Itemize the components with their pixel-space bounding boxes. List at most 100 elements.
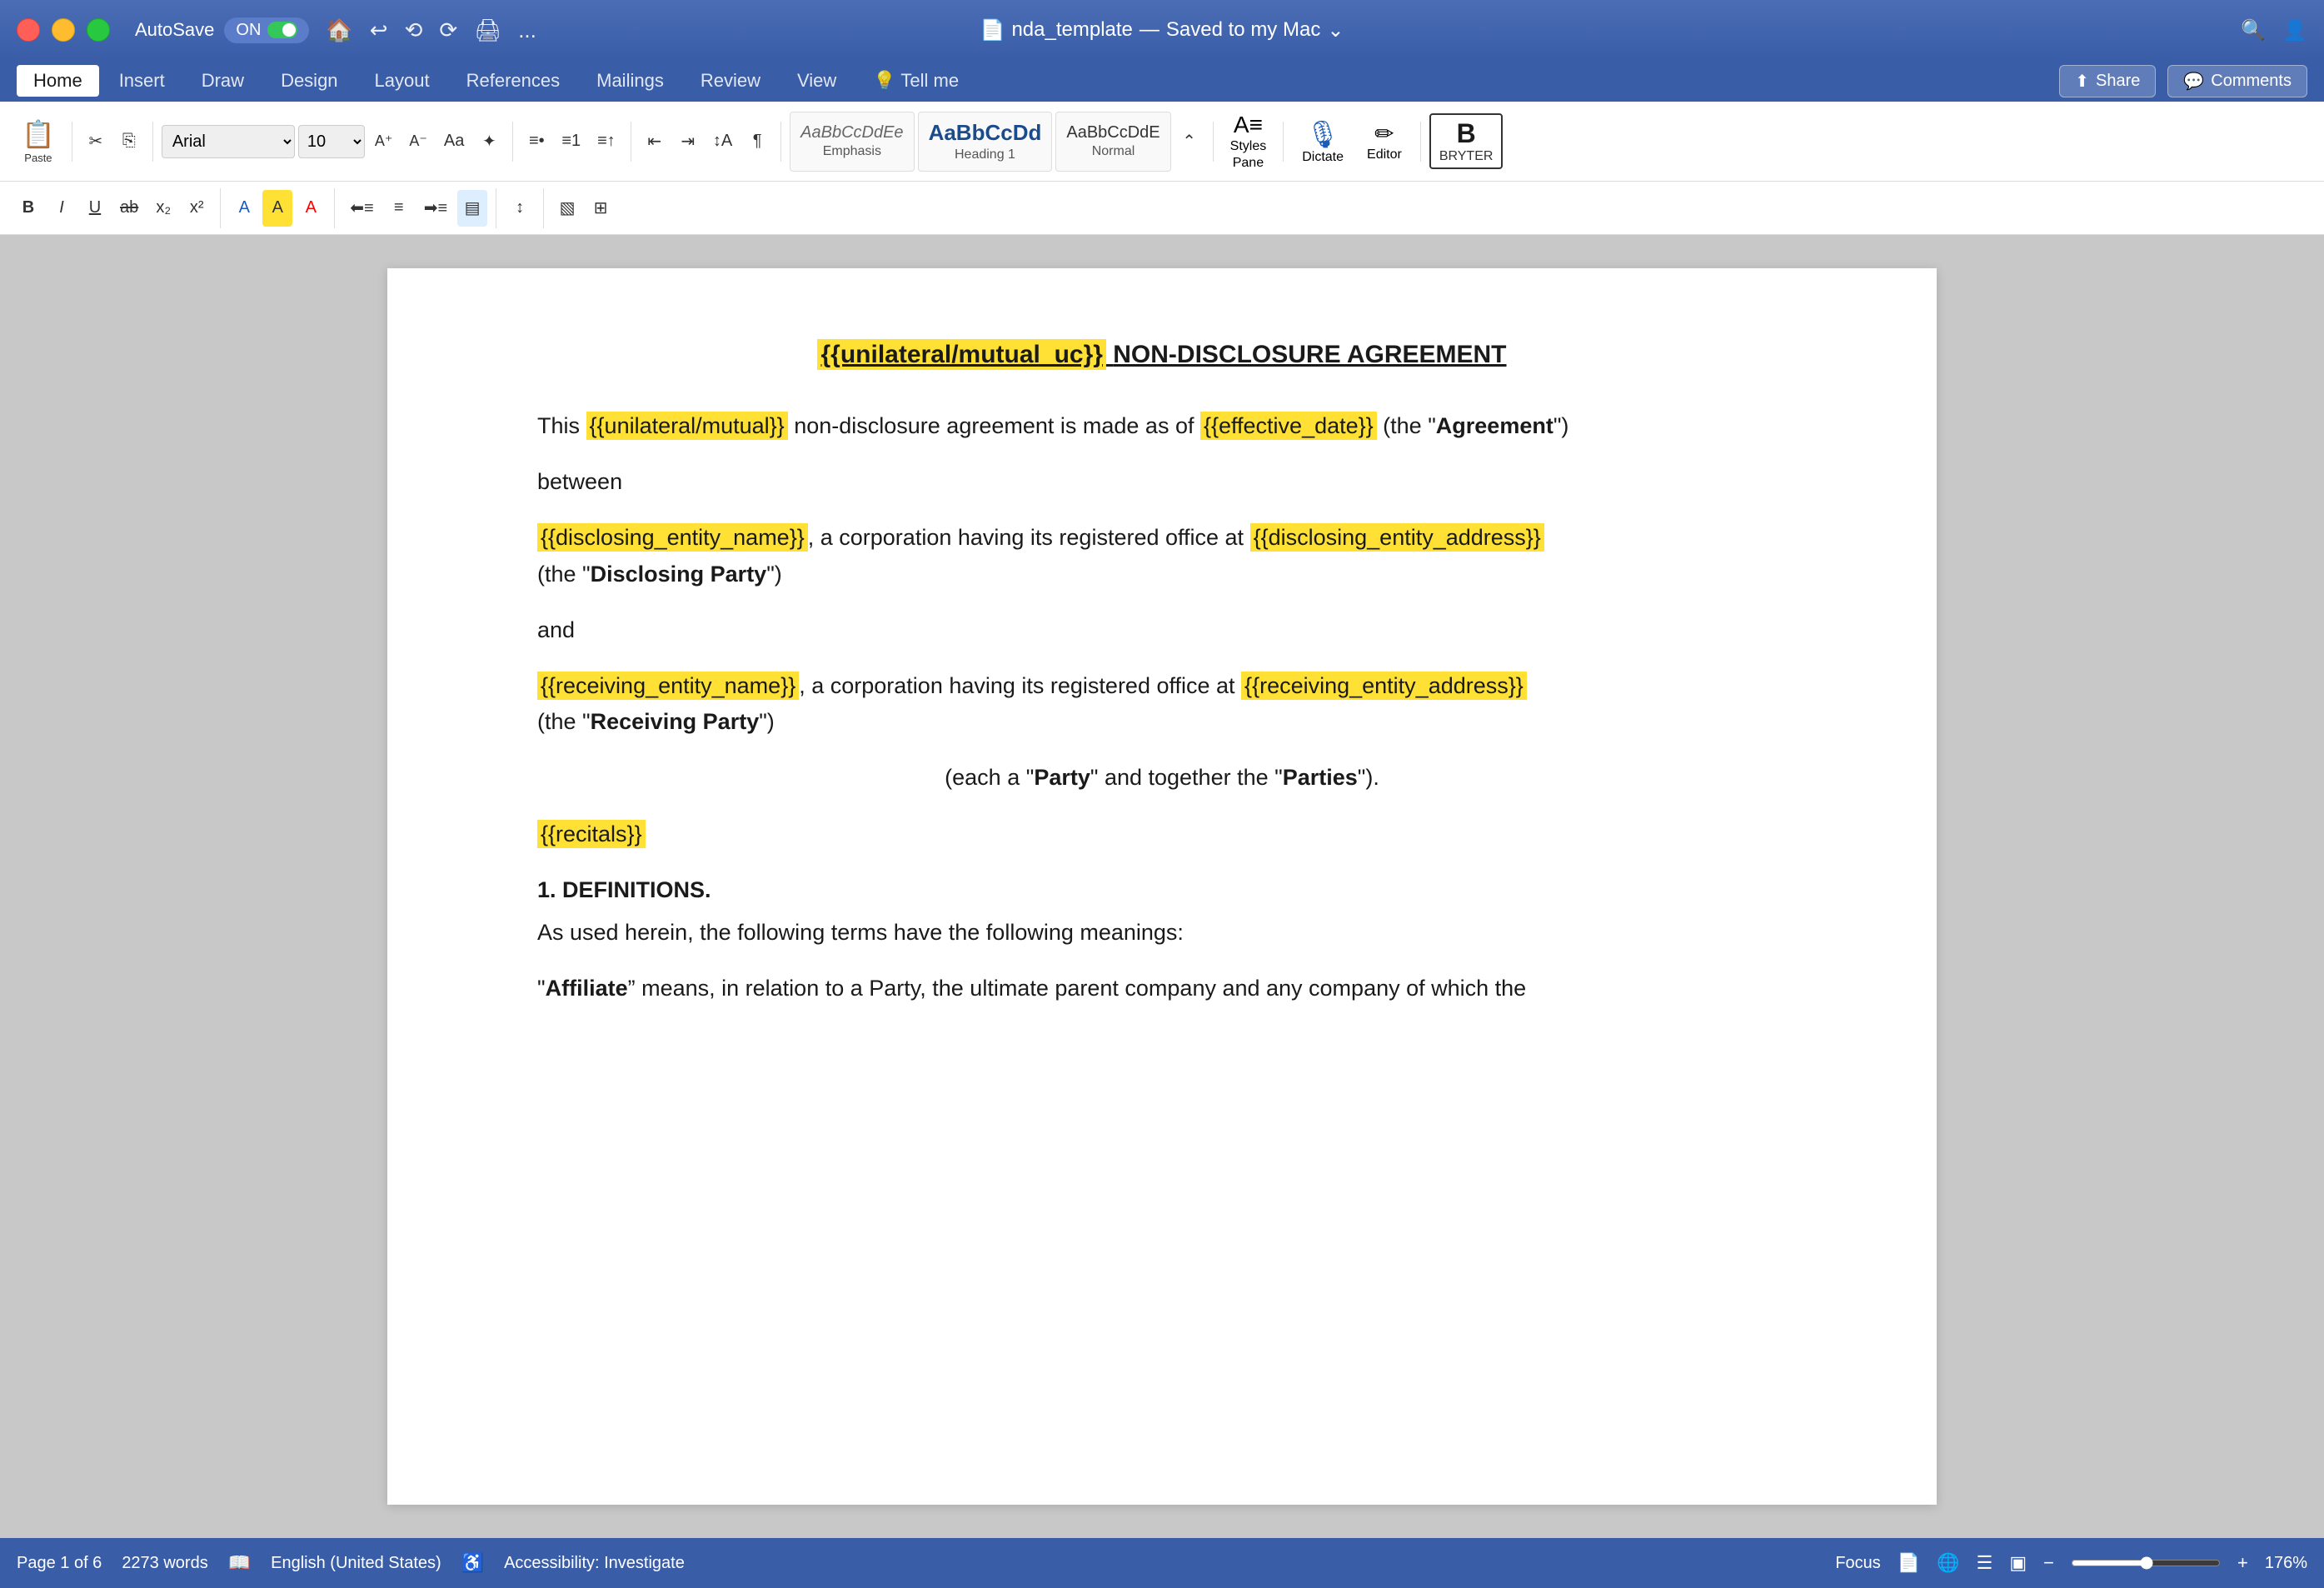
share-icon: ⬆ bbox=[2075, 71, 2089, 92]
title-icons: 🏠 ↩ ⟲ ⟳ 🖨 ... bbox=[326, 17, 536, 43]
numbered-list-button[interactable]: ≡1 bbox=[555, 123, 587, 160]
view-focus-icon[interactable]: ▣ bbox=[2009, 1552, 2027, 1574]
sep-fmt1 bbox=[220, 188, 221, 228]
font-size-selector[interactable]: 10 bbox=[298, 125, 365, 158]
tab-references[interactable]: References bbox=[450, 65, 577, 97]
style-normal[interactable]: AaBbCcDdE Normal bbox=[1055, 112, 1170, 172]
comments-button[interactable]: 💬 Comments bbox=[2167, 65, 2307, 97]
party1-middle: , a corporation having its registered of… bbox=[808, 525, 1250, 550]
bold-button[interactable]: B bbox=[13, 190, 43, 227]
copy-button[interactable]: ⎘ bbox=[114, 123, 144, 160]
editor-button[interactable]: ✏ Editor bbox=[1357, 117, 1412, 166]
para-intro: This {{unilateral/mutual}} non-disclosur… bbox=[537, 408, 1787, 444]
style-heading1[interactable]: AaBbCcDd Heading 1 bbox=[918, 112, 1053, 172]
tab-tell-me[interactable]: 💡 Tell me bbox=[856, 65, 975, 97]
accessibility-label[interactable]: Accessibility: Investigate bbox=[504, 1554, 685, 1573]
more-icon[interactable]: ... bbox=[518, 17, 536, 43]
bryter-button[interactable]: B BRYTER bbox=[1429, 113, 1504, 169]
multilevel-list-button[interactable]: ≡↑ bbox=[591, 123, 622, 160]
style-emphasis[interactable]: AaBbCcDdEe Emphasis bbox=[790, 112, 914, 172]
increase-indent-button[interactable]: ⇥ bbox=[673, 123, 703, 160]
align-left-button[interactable]: ⬅≡ bbox=[343, 190, 380, 227]
highlight-color-button[interactable]: A bbox=[262, 190, 292, 227]
heading1-preview: AaBbCcDd bbox=[929, 120, 1042, 146]
view-print-icon[interactable]: 📄 bbox=[1898, 1552, 1920, 1574]
zoom-out-icon[interactable]: − bbox=[2043, 1552, 2054, 1574]
view-outline-icon[interactable]: ☰ bbox=[1977, 1552, 1993, 1574]
superscript-button[interactable]: x² bbox=[182, 190, 212, 227]
italic-button[interactable]: I bbox=[47, 190, 77, 227]
zoom-in-icon[interactable]: + bbox=[2237, 1552, 2248, 1574]
and-label: and bbox=[537, 617, 575, 642]
cut-button[interactable]: ✂ bbox=[81, 123, 111, 160]
subscript-button[interactable]: x₂ bbox=[148, 190, 178, 227]
search-icon[interactable]: 🔍 bbox=[2241, 18, 2266, 42]
align-justify-button[interactable]: ▤ bbox=[457, 190, 487, 227]
zoom-slider[interactable] bbox=[2071, 1556, 2221, 1570]
party2-highlight: {{receiving_entity_name}} bbox=[537, 672, 799, 700]
dictate-button[interactable]: 🎙 Dictate bbox=[1292, 115, 1354, 168]
text-color-button[interactable]: A bbox=[296, 190, 326, 227]
change-case-button[interactable]: Aa bbox=[437, 123, 471, 160]
autosave-toggle[interactable]: ON bbox=[224, 17, 309, 43]
traffic-lights bbox=[17, 18, 110, 42]
tab-view[interactable]: View bbox=[780, 65, 853, 97]
styles-expand-button[interactable]: ⌃ bbox=[1174, 123, 1204, 160]
document-title: 📄 nda_template — Saved to my Mac ⌄ bbox=[980, 18, 1344, 42]
font-color-button[interactable]: A bbox=[229, 190, 259, 227]
tab-review[interactable]: Review bbox=[684, 65, 777, 97]
sort-button[interactable]: ↕A bbox=[706, 123, 739, 160]
bullet-list-button[interactable]: ≡• bbox=[521, 123, 551, 160]
undo-arrow-icon[interactable]: ⟲ bbox=[405, 17, 423, 43]
clear-format-button[interactable]: ✦ bbox=[474, 123, 504, 160]
strikethrough-button[interactable]: ab bbox=[113, 190, 145, 227]
font-selector[interactable]: Arial bbox=[162, 125, 295, 158]
align-right-button[interactable]: ➡≡ bbox=[417, 190, 454, 227]
print-icon[interactable]: 🖨 bbox=[474, 17, 501, 43]
tab-design[interactable]: Design bbox=[264, 65, 354, 97]
comment-icon: 💬 bbox=[2183, 71, 2204, 92]
paste-button[interactable]: 📋 Paste bbox=[13, 115, 63, 167]
title-right-icons: 🔍 👤 bbox=[2241, 18, 2307, 42]
para1-highlight: {{unilateral/mutual}} bbox=[586, 412, 788, 440]
tab-insert[interactable]: Insert bbox=[102, 65, 182, 97]
decrease-indent-button[interactable]: ⇤ bbox=[640, 123, 670, 160]
underline-button[interactable]: U bbox=[80, 190, 110, 227]
pilcrow-button[interactable]: ¶ bbox=[742, 123, 772, 160]
maximize-button[interactable] bbox=[87, 18, 110, 42]
toolbar-row2: B I U ab x₂ x² A A A ⬅≡ ≡ ➡≡ ▤ ↕ ▧ ⊞ bbox=[0, 182, 2324, 235]
close-button[interactable] bbox=[17, 18, 40, 42]
normal-label: Normal bbox=[1092, 144, 1135, 159]
doc-dropdown-icon[interactable]: ⌄ bbox=[1327, 18, 1344, 42]
line-spacing-button[interactable]: ↕ bbox=[505, 190, 535, 227]
tab-draw[interactable]: Draw bbox=[185, 65, 261, 97]
font-grow-button[interactable]: A⁺ bbox=[368, 123, 400, 160]
title-bar: AutoSave ON 🏠 ↩ ⟲ ⟳ 🖨 ... 📄 nda_template… bbox=[0, 0, 2324, 60]
document-area[interactable]: {{unilateral/mutual_uc}} NON-DISCLOSURE … bbox=[0, 235, 2324, 1538]
title-rest: NON-DISCLOSURE AGREEMENT bbox=[1113, 341, 1506, 368]
word-count: 2273 words bbox=[122, 1554, 207, 1573]
tab-layout[interactable]: Layout bbox=[358, 65, 446, 97]
view-web-icon[interactable]: 🌐 bbox=[1937, 1552, 1959, 1574]
tab-mailings[interactable]: Mailings bbox=[580, 65, 681, 97]
doc-icon: 📄 bbox=[980, 18, 1005, 42]
shading-button[interactable]: ▧ bbox=[552, 190, 582, 227]
status-icon-book[interactable]: 📖 bbox=[228, 1552, 251, 1574]
font-shrink-button[interactable]: A⁻ bbox=[402, 123, 434, 160]
tab-home[interactable]: Home bbox=[17, 65, 99, 97]
borders-button[interactable]: ⊞ bbox=[586, 190, 616, 227]
align-center-button[interactable]: ≡ bbox=[384, 190, 414, 227]
autosave-label: AutoSave bbox=[135, 19, 214, 41]
styles-pane-button[interactable]: A≡ StylesPane bbox=[1222, 108, 1275, 173]
undo-icon[interactable]: ↩ bbox=[370, 17, 388, 43]
redo-icon[interactable]: ⟳ bbox=[439, 17, 457, 43]
accessibility-icon[interactable]: ♿ bbox=[461, 1552, 484, 1574]
share-button[interactable]: ⬆ Share bbox=[2059, 65, 2156, 97]
sep5 bbox=[780, 122, 781, 162]
share-profile-icon[interactable]: 👤 bbox=[2282, 18, 2307, 42]
minimize-button[interactable] bbox=[52, 18, 75, 42]
bryter-label: BRYTER bbox=[1439, 149, 1494, 164]
home-icon[interactable]: 🏠 bbox=[326, 17, 352, 43]
parties-line: (each a "Party" and together the "Partie… bbox=[945, 765, 1379, 790]
focus-label[interactable]: Focus bbox=[1835, 1554, 1880, 1573]
